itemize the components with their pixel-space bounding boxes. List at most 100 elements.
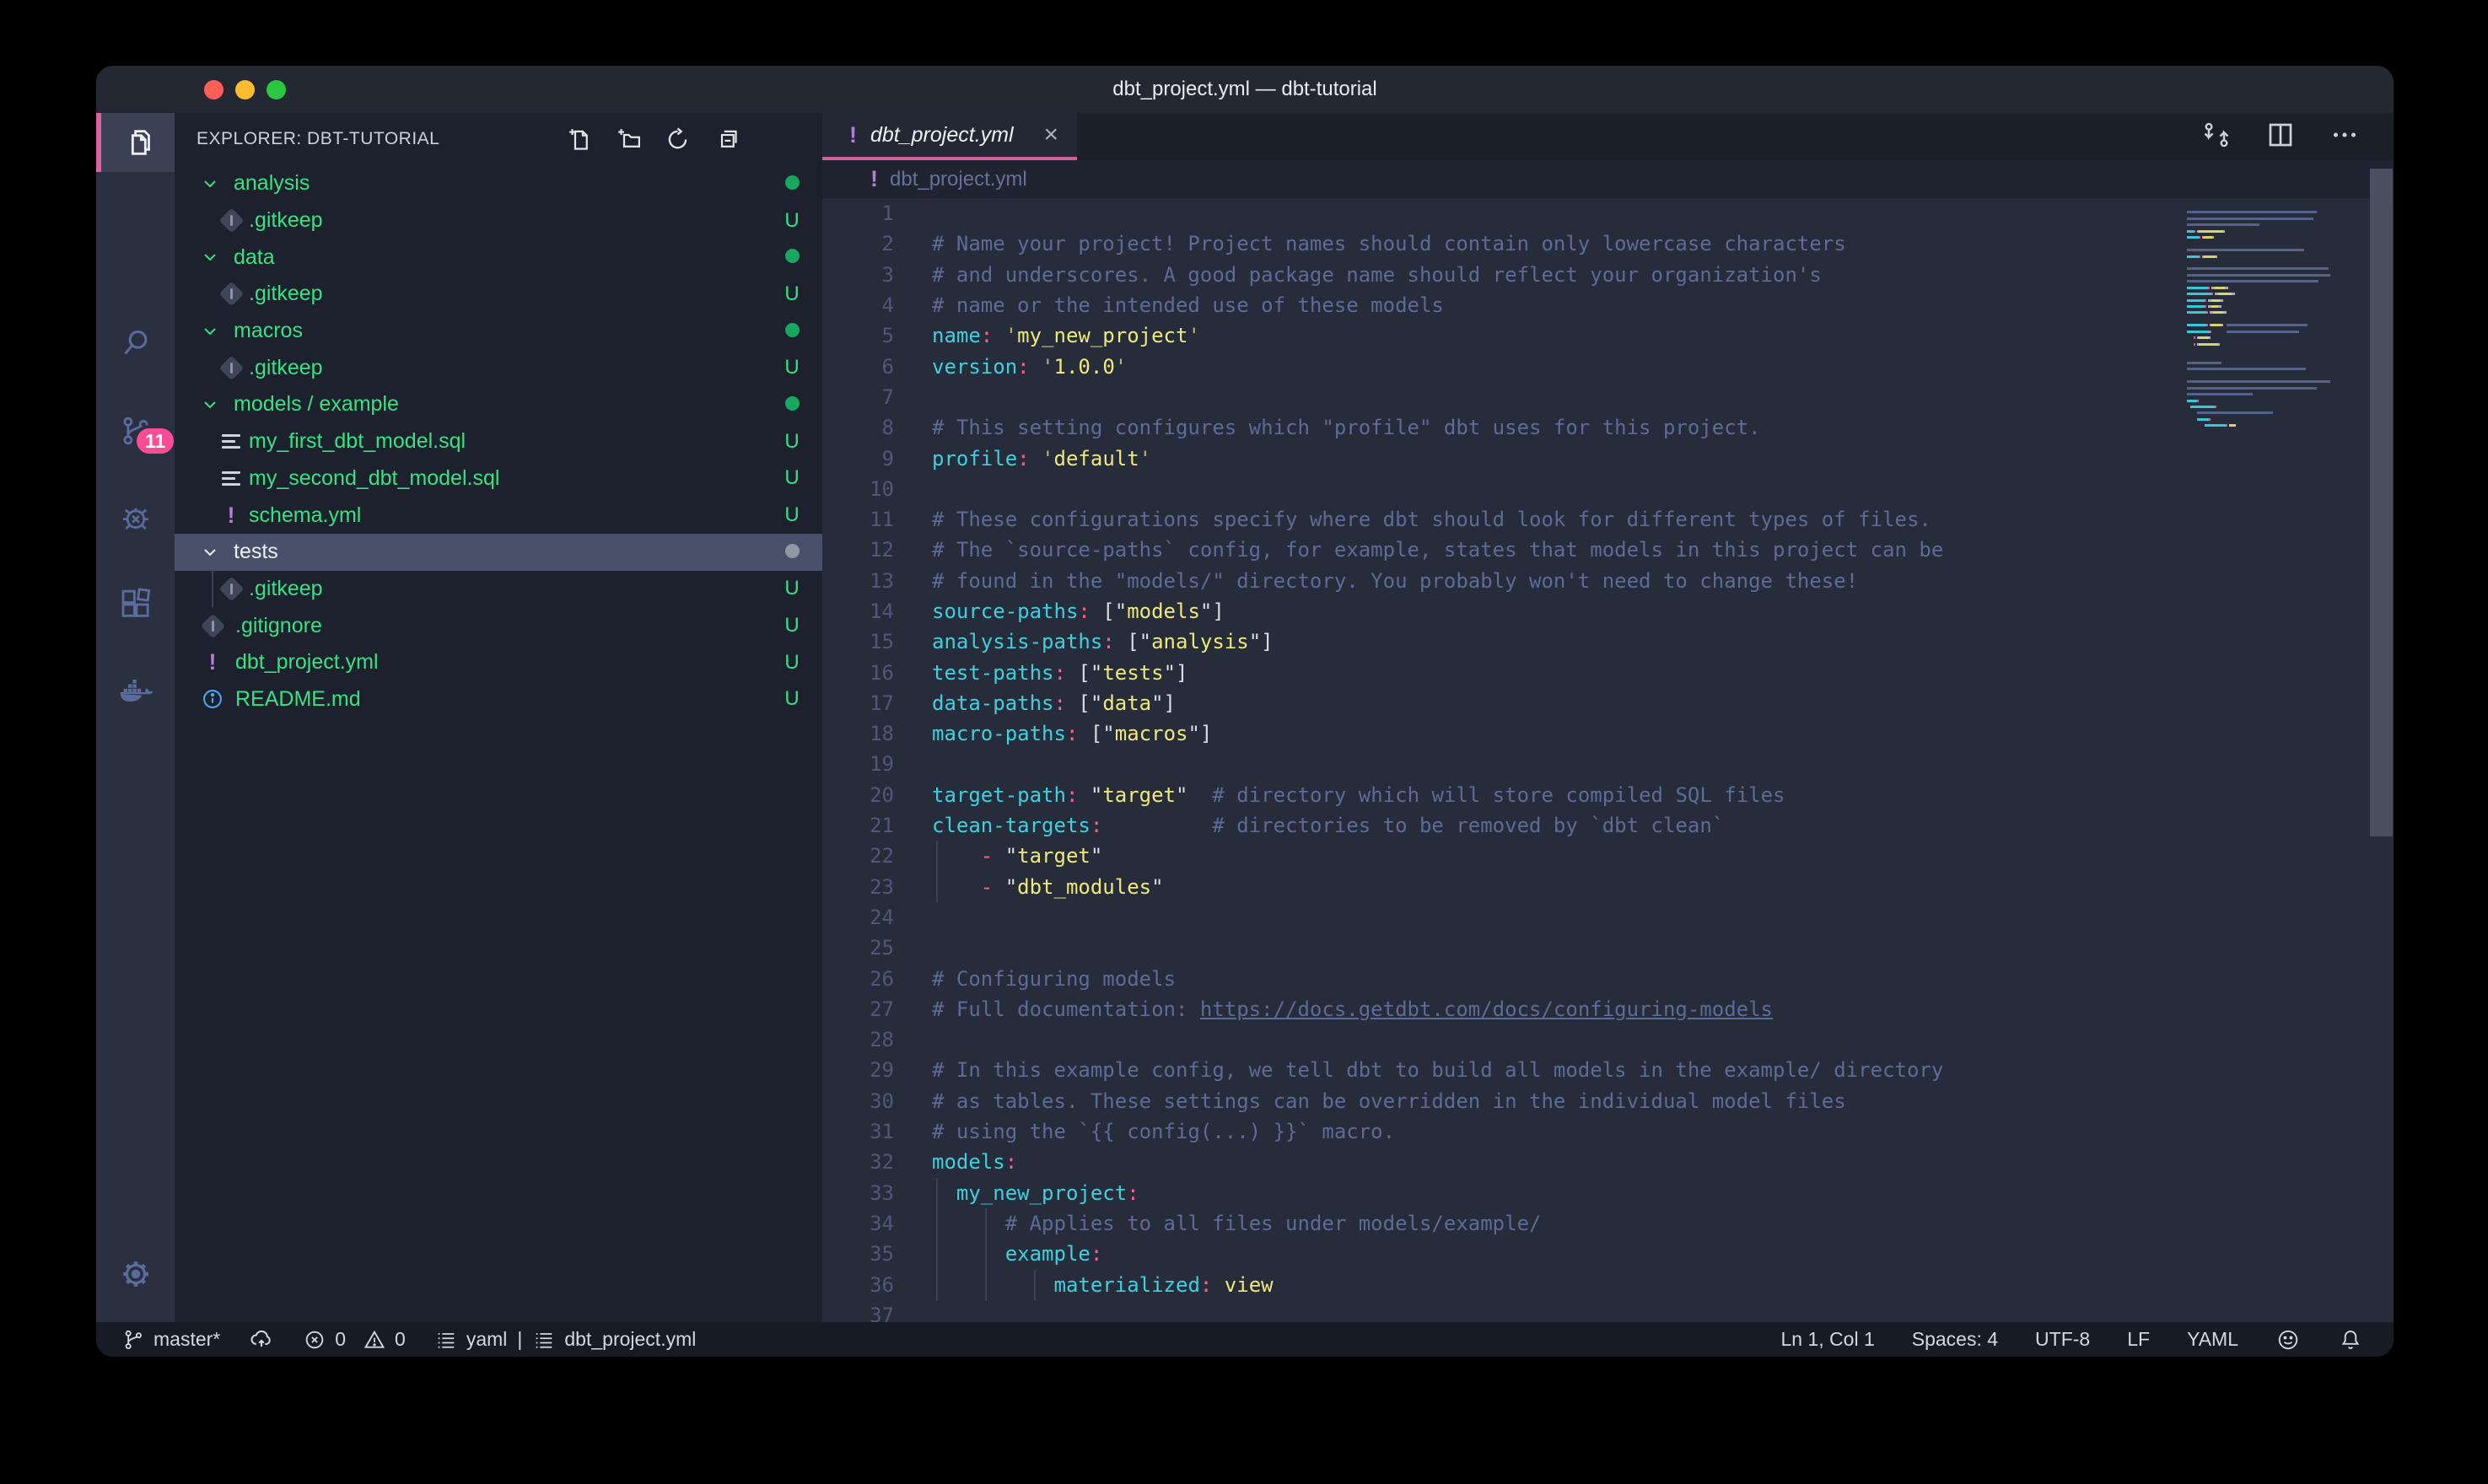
code-line-7[interactable]: 7 bbox=[822, 382, 2394, 412]
folder-label: models / example bbox=[234, 392, 399, 417]
activity-debug-button[interactable] bbox=[96, 488, 175, 547]
code-text: - "dbt_modules" bbox=[894, 875, 1164, 899]
code-line-1[interactable]: 1 bbox=[822, 198, 2394, 229]
notifications-bell-icon[interactable] bbox=[2338, 1327, 2363, 1352]
tree-file--gitkeep[interactable]: .gitkeepU bbox=[175, 571, 822, 608]
code-line-16[interactable]: 16test-paths: ["tests"] bbox=[822, 657, 2394, 687]
activity-docker-button[interactable] bbox=[96, 663, 175, 722]
folder-label: macros bbox=[234, 319, 303, 343]
tree-file-dbt-project-yml[interactable]: !dbt_project.ymlU bbox=[175, 644, 822, 681]
code-line-10[interactable]: 10 bbox=[822, 474, 2394, 504]
cursor-position[interactable]: Ln 1, Col 1 bbox=[1781, 1328, 1875, 1351]
tree-folder-tests[interactable]: tests bbox=[175, 534, 822, 571]
code-line-32[interactable]: 32models: bbox=[822, 1147, 2394, 1177]
line-number: 37 bbox=[822, 1304, 894, 1322]
new-file-icon[interactable] bbox=[565, 125, 595, 154]
code-line-22[interactable]: 22 - "target" bbox=[822, 841, 2394, 871]
code-line-19[interactable]: 19 bbox=[822, 749, 2394, 779]
code-line-18[interactable]: 18macro-paths: ["macros"] bbox=[822, 718, 2394, 749]
code-text: profile: 'default' bbox=[894, 447, 1151, 470]
tree-file-readme-md[interactable]: README.mdU bbox=[175, 681, 822, 718]
code-line-17[interactable]: 17data-paths: ["data"] bbox=[822, 688, 2394, 718]
code-line-23[interactable]: 23 - "dbt_modules" bbox=[822, 872, 2394, 902]
code-line-15[interactable]: 15analysis-paths: ["analysis"] bbox=[822, 626, 2394, 657]
minimap[interactable] bbox=[2187, 205, 2374, 437]
status-bar: master* 0 0 yaml | bbox=[96, 1322, 2394, 1357]
tree-folder-models-example[interactable]: models / example bbox=[175, 386, 822, 423]
tree-file--gitkeep[interactable]: .gitkeepU bbox=[175, 349, 822, 386]
tree-file--gitkeep[interactable]: .gitkeepU bbox=[175, 202, 822, 239]
collapse-folders-icon[interactable] bbox=[712, 125, 741, 154]
breadcrumb[interactable]: ! dbt_project.yml bbox=[822, 160, 2394, 198]
code-line-2[interactable]: 2# Name your project! Project names shou… bbox=[822, 229, 2394, 259]
activity-explorer-button[interactable] bbox=[96, 113, 175, 172]
sync-changes-button[interactable] bbox=[249, 1327, 274, 1352]
tree-file--gitkeep[interactable]: .gitkeepU bbox=[175, 276, 822, 313]
code-line-12[interactable]: 12# The `source-paths` config, for examp… bbox=[822, 535, 2394, 565]
eol-indicator[interactable]: LF bbox=[2127, 1328, 2150, 1351]
yaml-mode-indicator[interactable]: yaml | dbt_project.yml bbox=[434, 1328, 697, 1352]
tab-bar: ! dbt_project.yml × bbox=[822, 113, 2394, 160]
code-text: # This setting configures which "profile… bbox=[894, 416, 1761, 439]
code-line-36[interactable]: 36 materialized: view bbox=[822, 1269, 2394, 1299]
code-line-25[interactable]: 25 bbox=[822, 933, 2394, 963]
code-line-35[interactable]: 35 example: bbox=[822, 1239, 2394, 1269]
code-area[interactable]: 12# Name your project! Project names sho… bbox=[822, 198, 2394, 1322]
code-line-4[interactable]: 4# name or the intended use of these mod… bbox=[822, 290, 2394, 320]
code-line-6[interactable]: 6version: '1.0.0' bbox=[822, 351, 2394, 381]
code-line-33[interactable]: 33 my_new_project: bbox=[822, 1178, 2394, 1208]
code-text: materialized: view bbox=[894, 1273, 1274, 1297]
tab-close-icon[interactable]: × bbox=[1043, 122, 1058, 148]
line-number: 15 bbox=[822, 630, 894, 653]
file-tree: analysis.gitkeepUdata.gitkeepUmacros.git… bbox=[175, 165, 822, 718]
tree-file-schema-yml[interactable]: !schema.ymlU bbox=[175, 497, 822, 534]
tree-folder-data[interactable]: data bbox=[175, 239, 822, 276]
code-line-5[interactable]: 5name: 'my_new_project' bbox=[822, 320, 2394, 351]
tree-file--gitignore[interactable]: .gitignore U bbox=[175, 607, 822, 644]
code-line-29[interactable]: 29# In this example config, we tell dbt … bbox=[822, 1055, 2394, 1085]
code-line-27[interactable]: 27# Full documentation: https://docs.get… bbox=[822, 994, 2394, 1024]
encoding-indicator[interactable]: UTF-8 bbox=[2035, 1328, 2090, 1351]
code-line-11[interactable]: 11# These configurations specify where d… bbox=[822, 504, 2394, 535]
language-indicator[interactable]: YAML bbox=[2187, 1328, 2238, 1351]
new-folder-icon[interactable] bbox=[614, 125, 644, 154]
tree-folder-analysis[interactable]: analysis bbox=[175, 165, 822, 202]
untracked-badge: U bbox=[775, 614, 809, 637]
code-line-9[interactable]: 9profile: 'default' bbox=[822, 443, 2394, 473]
tree-file-my-second-dbt-model-sql[interactable]: my_second_dbt_model.sqlU bbox=[175, 460, 822, 497]
problems-indicator[interactable]: 0 0 bbox=[303, 1328, 406, 1352]
code-line-30[interactable]: 30# as tables. These settings can be ove… bbox=[822, 1086, 2394, 1116]
refresh-icon[interactable] bbox=[663, 125, 692, 154]
code-text: - "target" bbox=[894, 844, 1102, 868]
split-editor-icon[interactable] bbox=[2265, 120, 2296, 150]
tab-label: dbt_project.yml bbox=[870, 123, 1014, 148]
more-actions-icon[interactable] bbox=[2329, 120, 2360, 150]
activity-search-button[interactable] bbox=[96, 314, 175, 373]
code-line-31[interactable]: 31# using the `{{ config(...) }}` macro. bbox=[822, 1116, 2394, 1147]
window-title: dbt_project.yml — dbt-tutorial bbox=[96, 66, 2394, 113]
branch-indicator[interactable]: master* bbox=[121, 1328, 220, 1352]
code-line-13[interactable]: 13# found in the "models/" directory. Yo… bbox=[822, 566, 2394, 596]
tree-file-my-first-dbt-model-sql[interactable]: my_first_dbt_model.sqlU bbox=[175, 423, 822, 460]
open-changes-icon[interactable] bbox=[2201, 120, 2232, 150]
code-line-37[interactable]: 37 bbox=[822, 1300, 2394, 1322]
code-line-3[interactable]: 3# and underscores. A good package name … bbox=[822, 260, 2394, 290]
code-line-8[interactable]: 8# This setting configures which "profil… bbox=[822, 412, 2394, 443]
line-number: 35 bbox=[822, 1242, 894, 1266]
code-line-21[interactable]: 21clean-targets: # directories to be rem… bbox=[822, 810, 2394, 841]
code-line-14[interactable]: 14source-paths: ["models"] bbox=[822, 596, 2394, 626]
tab-dbt-project-yml[interactable]: ! dbt_project.yml × bbox=[822, 113, 1077, 160]
code-line-34[interactable]: 34 # Applies to all files under models/e… bbox=[822, 1208, 2394, 1239]
settings-gear-button[interactable] bbox=[96, 1245, 175, 1304]
tree-folder-macros[interactable]: macros bbox=[175, 313, 822, 350]
feedback-smiley-icon[interactable] bbox=[2275, 1327, 2301, 1352]
indentation-indicator[interactable]: Spaces: 4 bbox=[1912, 1328, 1998, 1351]
editor-scrollbar[interactable] bbox=[2370, 169, 2393, 836]
activity-extensions-button[interactable] bbox=[96, 575, 175, 634]
code-line-26[interactable]: 26# Configuring models bbox=[822, 963, 2394, 993]
folder-status-dot bbox=[775, 393, 809, 417]
file-label: .gitignore bbox=[235, 614, 322, 638]
code-line-20[interactable]: 20target-path: "target" # directory whic… bbox=[822, 780, 2394, 810]
code-line-28[interactable]: 28 bbox=[822, 1024, 2394, 1055]
code-line-24[interactable]: 24 bbox=[822, 902, 2394, 933]
